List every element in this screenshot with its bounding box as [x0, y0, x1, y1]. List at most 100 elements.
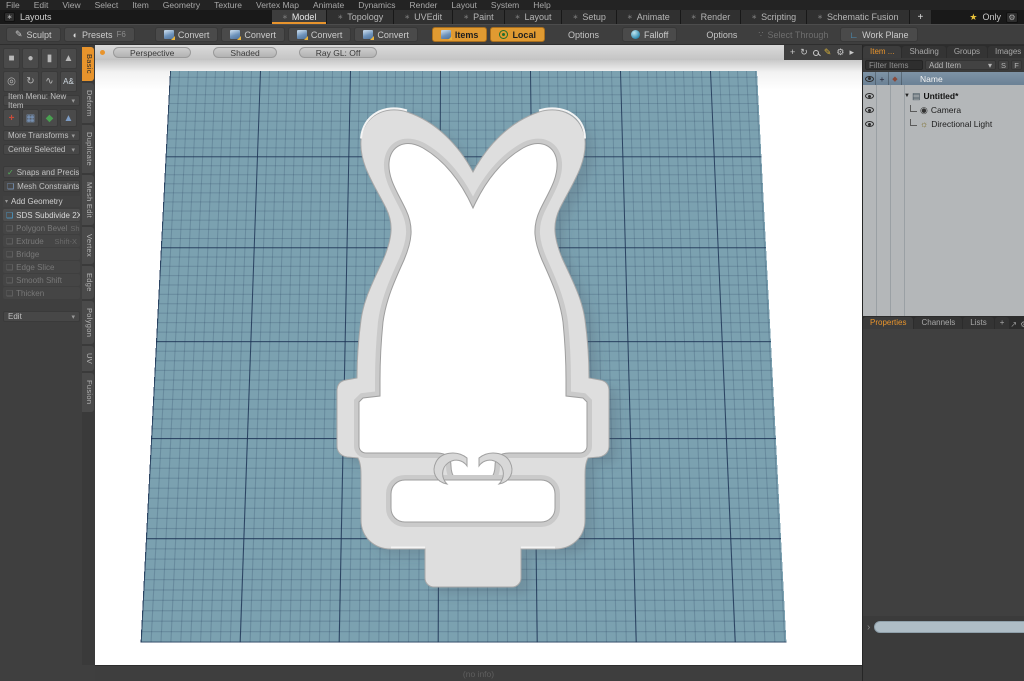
menu-dynamics[interactable]: Dynamics	[358, 1, 395, 10]
tool-extrude[interactable]: ❑ Extrude Shift-X	[3, 235, 80, 247]
layout-tab-scripting[interactable]: ∗ Scripting	[741, 10, 808, 24]
torus-primitive-button[interactable]: ◎	[3, 71, 20, 92]
cone-primitive-button[interactable]: ▲	[60, 48, 77, 69]
layout-tab-uvedit[interactable]: ∗ UVEdit	[394, 10, 454, 24]
snaps-precision-button[interactable]: ✓Snaps and Precision	[3, 166, 80, 178]
tab-channels[interactable]: Channels	[914, 317, 963, 329]
work-plane-button[interactable]: ∟ Work Plane	[840, 27, 918, 42]
side-tab-basic[interactable]: Basic	[82, 47, 94, 81]
center-selected-dropdown[interactable]: Center Selected ▾	[3, 144, 80, 155]
shading-mode-selector[interactable]: Shaded	[213, 47, 277, 58]
presets-button[interactable]: ◐ Presets F6	[63, 27, 135, 42]
visibility-column-header[interactable]	[863, 72, 876, 85]
layouts-home[interactable]: ∗ Layouts	[4, 12, 272, 22]
cookie-cutter-model[interactable]	[95, 60, 862, 665]
side-tab-duplicate[interactable]: Duplicate	[82, 125, 94, 174]
cube-primitive-button[interactable]: ■	[3, 48, 20, 69]
local-mode-button[interactable]: Local	[490, 27, 545, 42]
convert-button-2[interactable]: Convert	[221, 27, 285, 42]
options-button-1[interactable]: Options	[559, 27, 608, 42]
ground-plane-button[interactable]: ▦	[22, 109, 39, 127]
swirl-primitive-button[interactable]: ↻	[22, 71, 39, 92]
menu-select[interactable]: Select	[95, 1, 119, 10]
layout-tab-model[interactable]: ∗ Model	[272, 10, 328, 24]
tab-groups[interactable]: Groups	[946, 46, 988, 58]
item-label[interactable]: Camera	[931, 105, 961, 115]
color-column-header[interactable]: ◆	[889, 72, 902, 85]
layout-tab-schematic-fusion[interactable]: ∗ Schematic Fusion	[807, 10, 910, 24]
favorite-star-icon[interactable]: ★	[969, 12, 977, 23]
only-label[interactable]: Only	[982, 12, 1001, 22]
item-list[interactable]: ▼ ▤ Untitled* ◉ Camera ☼ Directional Lig…	[863, 85, 1024, 316]
item-label[interactable]: Untitled*	[923, 91, 958, 101]
visibility-cell[interactable]	[863, 121, 876, 127]
add-layout-tab-button[interactable]: +	[909, 10, 933, 24]
more-transforms-dropdown[interactable]: More Transforms ▾	[3, 130, 80, 141]
menu-geometry[interactable]: Geometry	[163, 1, 200, 10]
filter-items-input[interactable]	[865, 60, 923, 70]
mesh-cone-button[interactable]: ▲	[60, 109, 77, 127]
tool-edge-slice[interactable]: ❑ Edge Slice	[3, 261, 80, 273]
add-geometry-header[interactable]: ▾ Add Geometry	[3, 196, 80, 207]
menu-file[interactable]: File	[6, 1, 20, 10]
menu-edit[interactable]: Edit	[34, 1, 49, 10]
select-through-button[interactable]: ∵ Select Through	[749, 27, 837, 42]
item-row-camera[interactable]: ◉ Camera	[863, 103, 1024, 117]
viewport-3d[interactable]: Perspective Shaded Ray GL: Off + ↻ ✎ ⚙ ▸	[95, 45, 862, 665]
menu-item[interactable]: Item	[132, 1, 149, 10]
side-tab-fusion[interactable]: Fusion	[82, 373, 94, 412]
filter-mode-button[interactable]: F	[1011, 60, 1022, 70]
expand-arrow-icon[interactable]: ▼	[904, 93, 910, 99]
menu-texture[interactable]: Texture	[214, 1, 242, 10]
name-column-header[interactable]: Name	[902, 74, 943, 84]
command-input[interactable]	[874, 621, 1024, 633]
visibility-cell[interactable]	[863, 93, 876, 99]
pan-icon[interactable]: +	[790, 45, 795, 60]
tab-item-list[interactable]: Item ...	[863, 46, 902, 58]
viewport-canvas[interactable]	[95, 60, 862, 665]
sphere-primitive-button[interactable]: ●	[22, 48, 39, 69]
cylinder-primitive-button[interactable]: ▮	[41, 48, 58, 69]
sculpt-button[interactable]: ✎ Sculpt	[6, 27, 61, 42]
item-row-untitled[interactable]: ▼ ▤ Untitled*	[863, 89, 1024, 103]
viewport-settings-icon[interactable]: ⚙	[836, 45, 844, 60]
falloff-button[interactable]: Falloff	[621, 27, 678, 42]
tool-bridge[interactable]: ❑ Bridge	[3, 248, 80, 260]
tool-sds-subdivide[interactable]: ❑ SDS Subdivide 2X	[3, 209, 80, 221]
side-tab-polygon[interactable]: Polygon	[82, 301, 94, 345]
menu-system[interactable]: System	[491, 1, 519, 10]
convert-button-3[interactable]: Convert	[287, 27, 352, 42]
side-tab-deform[interactable]: Deform	[82, 82, 94, 124]
tool-smooth-shift[interactable]: ❑ Smooth Shift	[3, 274, 80, 286]
menu-view[interactable]: View	[62, 1, 80, 10]
tool-polygon-bevel[interactable]: ❑Polygon BevelShift-B	[3, 222, 80, 234]
add-column-header[interactable]: +	[876, 72, 889, 85]
raygl-toggle[interactable]: Ray GL: Off	[298, 47, 378, 58]
layout-tab-animate[interactable]: ∗ Animate	[616, 10, 681, 24]
curve-tool-button[interactable]: ∿	[41, 71, 58, 92]
search-mode-button[interactable]: S	[998, 60, 1009, 70]
tab-shading[interactable]: Shading	[902, 46, 946, 58]
mesh-constraints-button[interactable]: ❑ Mesh Constraints	[3, 180, 80, 192]
menu-render[interactable]: Render	[410, 1, 438, 10]
gear-icon[interactable]: ⚙	[1006, 11, 1018, 23]
mesh-paint-button[interactable]: ◆	[41, 109, 58, 127]
layout-tab-setup[interactable]: ∗ Setup	[562, 10, 617, 24]
menu-layout[interactable]: Layout	[451, 1, 477, 10]
layout-tab-paint[interactable]: ∗ Paint	[453, 10, 505, 24]
item-label[interactable]: Directional Light	[931, 119, 992, 129]
gizmo-tool-button[interactable]: +	[3, 109, 20, 127]
visibility-cell[interactable]	[863, 107, 876, 113]
layout-tab-topology[interactable]: ∗ Topology	[327, 10, 395, 24]
text-tool-button[interactable]: A&	[60, 71, 77, 92]
panel-gear-icon[interactable]: ⚙	[1020, 320, 1024, 329]
edit-dropdown[interactable]: Edit ▾	[3, 311, 80, 322]
viewport-flag-icon[interactable]	[100, 50, 105, 55]
item-row-directional-light[interactable]: ☼ Directional Light	[863, 117, 1024, 131]
convert-button-4[interactable]: Convert	[354, 27, 418, 42]
edit-view-icon[interactable]: ✎	[824, 45, 832, 60]
options-button-2[interactable]: Options	[697, 27, 746, 42]
tab-properties[interactable]: Properties	[863, 317, 914, 329]
side-tab-edge[interactable]: Edge	[82, 266, 94, 300]
side-tab-vertex[interactable]: Vertex	[82, 227, 94, 265]
